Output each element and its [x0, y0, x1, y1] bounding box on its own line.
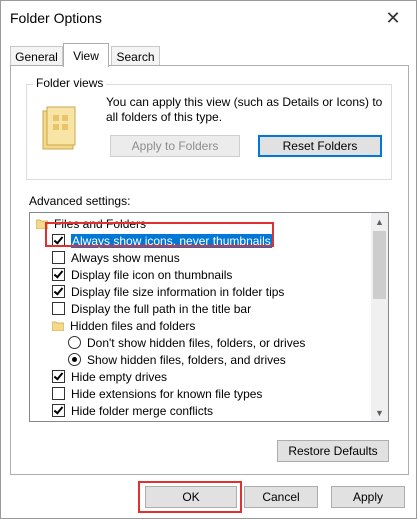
list-item-label: Hide empty drives	[71, 369, 168, 384]
folder-options-dialog: Folder Options ✕ General View Search Fol…	[0, 0, 417, 519]
vertical-scrollbar[interactable]: ▲ ▼	[371, 213, 388, 421]
list-item-hide-extensions[interactable]: Hide extensions for known file types	[52, 385, 388, 402]
list-item-label: Display file size information in folder …	[71, 284, 285, 299]
close-icon: ✕	[385, 7, 401, 28]
tree-folder-files-and-folders: Files and Folders	[36, 215, 376, 232]
checkbox[interactable]	[52, 251, 65, 264]
checkbox[interactable]	[52, 234, 65, 247]
list-item-always-show-menus[interactable]: Always show menus	[52, 249, 388, 266]
list-item-always-show-icons[interactable]: Always show icons, never thumbnails	[52, 232, 388, 249]
list-item-label: Hide folder merge conflicts	[71, 403, 214, 418]
apply-to-folders-button[interactable]: Apply to Folders	[110, 135, 240, 157]
folder-views-description: You can apply this view (such as Details…	[106, 95, 383, 124]
checkbox[interactable]	[52, 404, 65, 417]
list-item-hide-empty-drives[interactable]: Hide empty drives	[52, 368, 388, 385]
list-item-dont-show-hidden[interactable]: Don't show hidden files, folders, or dri…	[68, 334, 388, 351]
scroll-down-icon[interactable]: ▼	[371, 404, 388, 421]
folder-views-label: Folder views	[33, 76, 107, 90]
title-bar: Folder Options ✕	[1, 1, 416, 35]
list-item-label: Always show icons, never thumbnails	[71, 233, 272, 248]
window-title: Folder Options	[10, 10, 102, 26]
restore-defaults-button[interactable]: Restore Defaults	[277, 440, 389, 462]
tab-search[interactable]: Search	[111, 46, 160, 66]
list-item-label: Hidden files and folders	[70, 318, 196, 333]
folder-views-icon	[42, 106, 76, 150]
tab-general[interactable]: General	[10, 46, 63, 66]
checkbox[interactable]	[52, 302, 65, 315]
checkbox[interactable]	[52, 387, 65, 400]
list-item-label: Always show menus	[71, 250, 180, 265]
list-item-hide-merge-conflicts[interactable]: Hide folder merge conflicts	[52, 402, 388, 419]
list-item-label: Hide extensions for known file types	[71, 386, 263, 401]
ok-button[interactable]: OK	[145, 486, 237, 508]
folder-icon	[36, 219, 48, 229]
advanced-settings-label: Advanced settings:	[29, 194, 131, 208]
tab-view[interactable]: View	[63, 43, 109, 67]
scroll-up-icon[interactable]: ▲	[371, 213, 388, 230]
list-item-display-file-icon[interactable]: Display file icon on thumbnails	[52, 266, 388, 283]
advanced-settings-list[interactable]: Files and Folders Always show icons, nev…	[29, 212, 389, 422]
list-item-label: Show hidden files, folders, and drives	[87, 352, 286, 367]
list-item-display-full-path[interactable]: Display the full path in the title bar	[52, 300, 388, 317]
list-item-label: Files and Folders	[54, 216, 147, 231]
radio-button[interactable]	[68, 336, 81, 349]
cancel-button[interactable]: Cancel	[244, 486, 318, 508]
radio-button[interactable]	[68, 353, 81, 366]
checkbox[interactable]	[52, 285, 65, 298]
folder-icon	[52, 321, 64, 331]
checkbox[interactable]	[52, 268, 65, 281]
list-item-label: Don't show hidden files, folders, or dri…	[87, 335, 306, 350]
list-item-display-file-size[interactable]: Display file size information in folder …	[52, 283, 388, 300]
list-item-show-hidden[interactable]: Show hidden files, folders, and drives	[68, 351, 388, 368]
tree-folder-hidden-files: Hidden files and folders	[52, 317, 388, 334]
list-item-label: Display file icon on thumbnails	[71, 267, 233, 282]
folder-views-group: Folder views You can apply this view (su…	[26, 76, 392, 180]
list-item-label: Display the full path in the title bar	[71, 301, 252, 316]
checkbox[interactable]	[52, 370, 65, 383]
view-tab-panel: Folder views You can apply this view (su…	[10, 65, 409, 475]
close-button[interactable]: ✕	[382, 7, 404, 29]
scroll-thumb[interactable]	[373, 231, 386, 299]
apply-button[interactable]: Apply	[331, 486, 405, 508]
reset-folders-button[interactable]: Reset Folders	[258, 135, 382, 157]
